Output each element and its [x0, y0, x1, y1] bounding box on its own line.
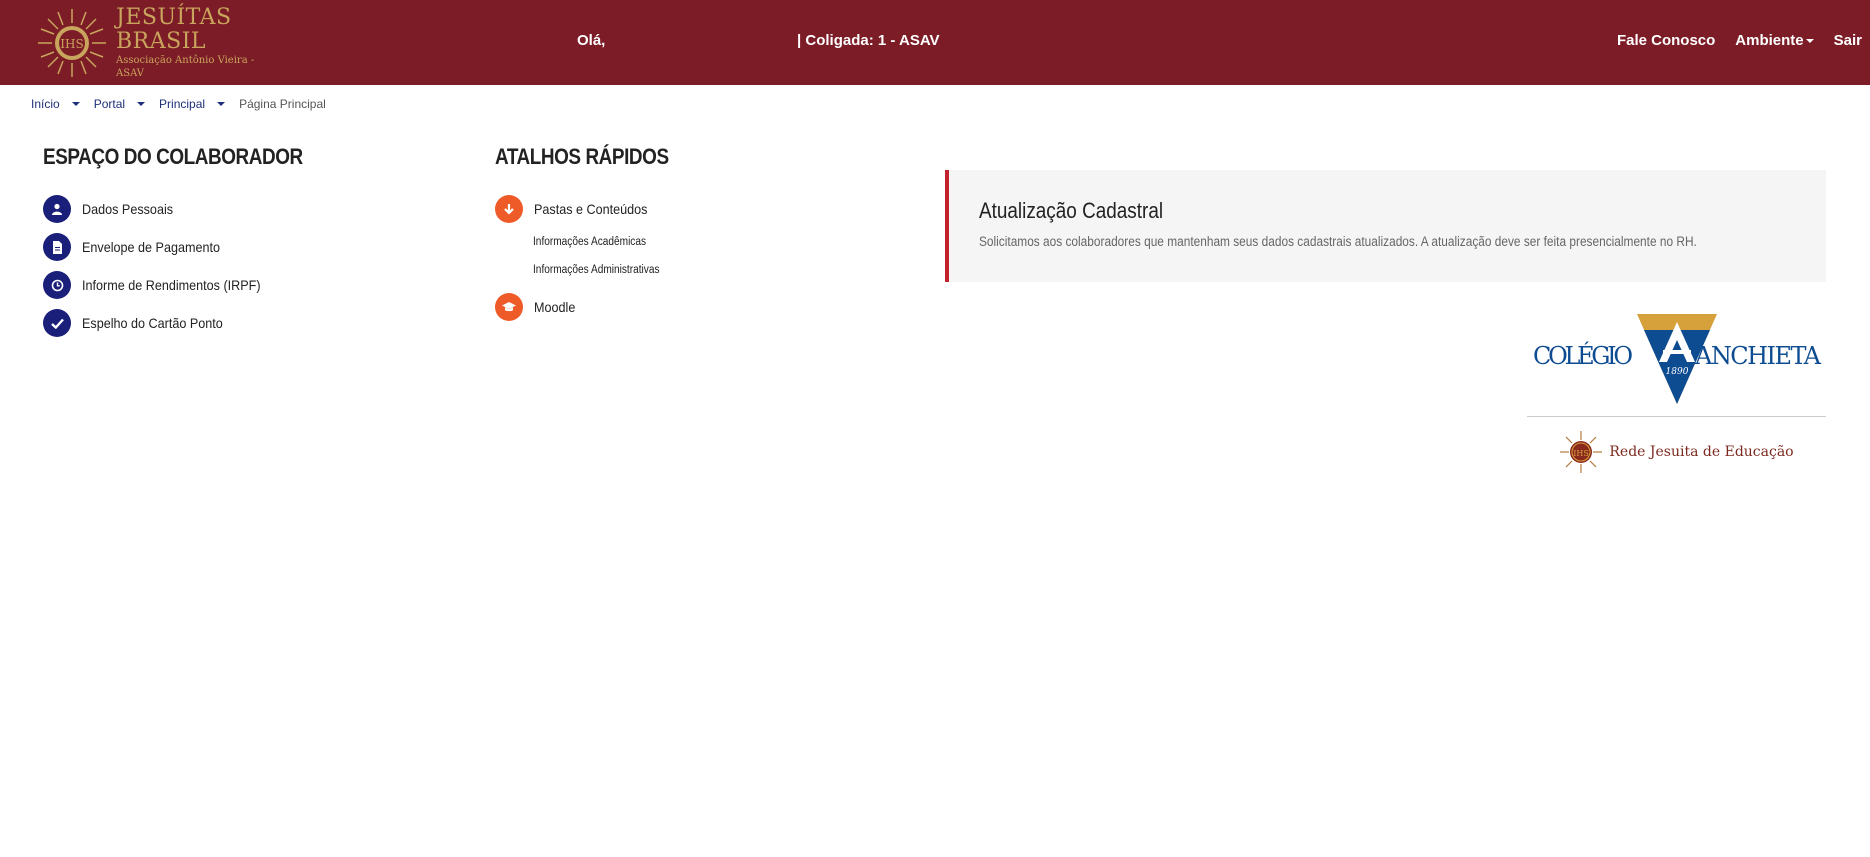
chevron-down-icon[interactable]: [71, 102, 80, 106]
anchieta-year: 1890: [1666, 367, 1689, 377]
svg-text:IHS: IHS: [60, 37, 83, 51]
chevron-down-icon: [1805, 39, 1814, 44]
breadcrumb: Início Portal Principal Página Principal: [31, 97, 326, 111]
logo-subtitle: Associação Antônio Vieira - ASAV: [116, 55, 255, 79]
dados-pessoais-link[interactable]: Dados Pessoais: [43, 190, 280, 228]
pastas-conteudos-link[interactable]: Pastas e Conteúdos: [495, 190, 677, 228]
logo-divider: [1527, 416, 1826, 417]
breadcrumb-principal[interactable]: Principal: [159, 97, 205, 111]
informacoes-academicas-link[interactable]: Informações Acadêmicas: [533, 228, 660, 256]
notice-title: Atualização Cadastral: [979, 198, 1164, 223]
anchieta-right-text: ANCHIETA: [1694, 342, 1822, 370]
ambiente-label: Ambiente: [1735, 32, 1804, 49]
informe-rendimentos-label: Informe de Rendimentos (IRPF): [82, 277, 261, 293]
colaborador-list: Dados Pessoais Envelope de Pagamento Inf…: [43, 190, 280, 342]
breadcrumb-current: Página Principal: [239, 97, 326, 111]
moodle-label: Moodle: [534, 299, 576, 315]
atalhos-list: Pastas e Conteúdos Informações Acadêmica…: [495, 190, 677, 326]
coligada-text: | Coligada: 1 - ASAV: [797, 32, 940, 49]
ihs-seal-icon: IHS: [1560, 431, 1603, 473]
atalhos-title: ATALHOS RÁPIDOS: [495, 144, 669, 169]
breadcrumb-inicio[interactable]: Início: [31, 97, 60, 111]
cartao-ponto-label: Espelho do Cartão Ponto: [82, 315, 223, 331]
logout-link[interactable]: Sair: [1834, 32, 1862, 49]
informe-rendimentos-link[interactable]: Informe de Rendimentos (IRPF): [43, 266, 280, 304]
chevron-down-icon[interactable]: [137, 102, 146, 106]
envelope-pagamento-label: Envelope de Pagamento: [82, 239, 221, 255]
document-icon: [43, 233, 71, 261]
logo-title: JESUÍTAS BRASIL: [116, 5, 232, 54]
notice-text: Solicitamos aos colaboradores que manten…: [979, 234, 1697, 249]
svg-text:IHS: IHS: [1574, 449, 1590, 458]
breadcrumb-portal[interactable]: Portal: [94, 97, 125, 111]
graduation-cap-icon: [495, 293, 523, 321]
check-icon: [43, 309, 71, 337]
rede-jesuita-logo[interactable]: IHS Rede Jesuita de Educação: [1527, 424, 1826, 480]
download-arrow-icon: [495, 195, 523, 223]
ambiente-dropdown[interactable]: Ambiente: [1735, 32, 1814, 49]
colaborador-title: ESPAÇO DO COLABORADOR: [43, 144, 303, 169]
anchieta-left-text: COLÉGIO: [1533, 341, 1633, 370]
informacoes-administrativas-link[interactable]: Informações Administrativas: [533, 256, 660, 284]
top-bar: IHS JESUÍTAS BRASIL Associação Antônio V…: [0, 0, 1870, 85]
cartao-ponto-link[interactable]: Espelho do Cartão Ponto: [43, 304, 280, 342]
contact-link[interactable]: Fale Conosco: [1617, 32, 1715, 49]
user-icon: [43, 195, 71, 223]
chevron-down-icon[interactable]: [217, 102, 226, 106]
colegio-anchieta-logo[interactable]: 1890 COLÉGIO ANCHIETA: [1527, 310, 1826, 410]
jesuitas-brasil-logo[interactable]: IHS JESUÍTAS BRASIL Associação Antônio V…: [36, 5, 276, 79]
atualizacao-cadastral-notice: Atualização Cadastral Solicitamos aos co…: [945, 170, 1826, 282]
moodle-link[interactable]: Moodle: [495, 288, 677, 326]
envelope-pagamento-link[interactable]: Envelope de Pagamento: [43, 228, 280, 266]
rede-jesuita-text: Rede Jesuita de Educação: [1609, 444, 1794, 460]
greeting-text: Olá,: [577, 32, 606, 49]
pastas-conteudos-label: Pastas e Conteúdos: [534, 201, 648, 217]
ihs-seal-icon: IHS: [38, 9, 106, 77]
clock-icon: [43, 271, 71, 299]
top-nav: Fale Conosco Ambiente Sair: [1617, 32, 1862, 49]
dados-pessoais-label: Dados Pessoais: [82, 201, 174, 217]
